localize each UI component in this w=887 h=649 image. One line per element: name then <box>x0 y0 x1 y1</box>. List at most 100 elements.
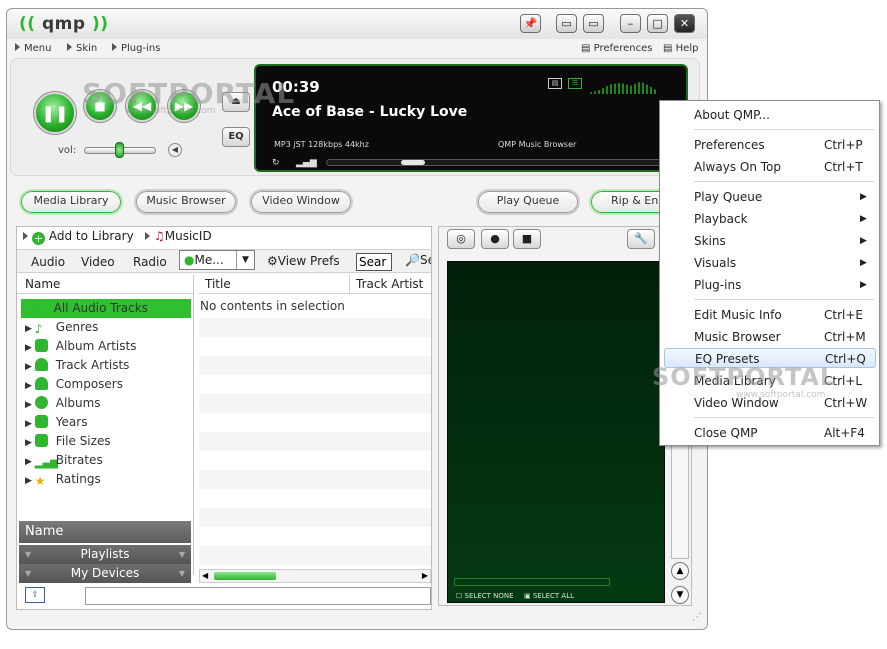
tab-video[interactable]: Video <box>81 255 115 269</box>
expand-icon[interactable]: ▶ <box>21 476 35 486</box>
horizontal-scrollbar[interactable]: ◀ ▶ <box>199 569 431 583</box>
playlists-section[interactable]: ▼ Playlists ▼ <box>19 545 191 564</box>
tree-item[interactable]: ▶ Album Artists <box>21 337 136 356</box>
my-devices-section[interactable]: ▼ My Devices ▼ <box>19 564 191 583</box>
search-input[interactable]: Sear <box>356 253 392 271</box>
tree-item[interactable]: ♪ All Audio Tracks <box>21 299 148 318</box>
seek-bar[interactable] <box>326 159 666 166</box>
scroll-down-icon[interactable]: ▼ <box>671 586 689 604</box>
compact-mode-button[interactable]: ▭ <box>583 14 604 33</box>
display-mode-icon[interactable]: ▤ <box>548 78 562 89</box>
tree-item[interactable]: ▶ Composers <box>21 375 123 394</box>
video-stop-button[interactable]: ■ <box>513 229 541 249</box>
scroll-thumb[interactable] <box>214 572 276 580</box>
row-stripe <box>199 546 431 565</box>
expand-icon[interactable]: ▶ <box>21 343 35 353</box>
scroll-up-icon[interactable]: ▲ <box>671 562 689 580</box>
list-mode-icon[interactable]: ☰ <box>568 78 582 89</box>
expand-icon[interactable]: ▶ <box>21 457 35 467</box>
repeat-icon[interactable]: ↻ <box>272 158 280 168</box>
menu-item-edit-music-info[interactable]: Edit Music Info Ctrl+E <box>664 305 876 325</box>
seek-thumb[interactable] <box>401 160 425 165</box>
scroll-left-icon[interactable]: ◀ <box>202 570 208 582</box>
resize-grip-icon[interactable]: ⋰ <box>692 612 702 623</box>
volume-thumb[interactable] <box>115 142 124 158</box>
volume-slider[interactable] <box>84 142 156 158</box>
library-tree: ♪ All Audio Tracks ▶ ♪ Genres ▶ Album Arti… <box>21 299 193 499</box>
expand-icon[interactable]: ▶ <box>21 438 35 448</box>
add-to-library-button[interactable]: + Add to Library <box>23 229 134 245</box>
tree-item[interactable]: ▶ ♪ Genres <box>21 318 98 337</box>
name-column-header[interactable]: Name <box>17 275 193 294</box>
panel-divider[interactable] <box>193 275 194 575</box>
select-none-button[interactable]: ☐ SELECT NONE <box>456 592 514 600</box>
tree-item[interactable]: ▶ Track Artists <box>21 356 129 375</box>
menu-skin[interactable]: Skin <box>67 43 97 54</box>
tree-item[interactable]: ▶ ★ Ratings <box>21 470 101 489</box>
add-to-library-label: Add to Library <box>48 229 134 243</box>
minimize-button[interactable]: – <box>620 14 641 33</box>
menu-item-plugins[interactable]: Plug-ins ▶ <box>664 275 876 295</box>
close-button[interactable]: ✕ <box>674 14 695 33</box>
select-all-button[interactable]: ▣ SELECT ALL <box>524 592 574 600</box>
spectrum-visualizer <box>590 81 658 94</box>
mini-mode-button[interactable]: ▭ <box>556 14 577 33</box>
mute-icon[interactable]: ◀ <box>168 143 182 157</box>
media-select[interactable]: ●Me... ▼ <box>179 250 255 270</box>
menu-help[interactable]: ▤ Help <box>663 43 698 54</box>
tree-item[interactable]: ▶ Albums <box>21 394 101 413</box>
expand-icon[interactable]: ▶ <box>21 381 35 391</box>
tab-audio[interactable]: Audio <box>31 255 65 269</box>
menu-item-playback[interactable]: Playback ▶ <box>664 209 876 229</box>
menu-item-close-qmp[interactable]: Close QMP Alt+F4 <box>664 423 876 443</box>
menu-item-always-on-top[interactable]: Always On Top Ctrl+T <box>664 157 876 177</box>
bottom-name-header[interactable]: Name <box>19 521 191 543</box>
music-browser-button[interactable]: Music Browser <box>134 189 238 215</box>
search-button[interactable]: 🔎Se <box>405 253 431 267</box>
title-column-header[interactable]: Title <box>199 275 349 294</box>
tab-radio[interactable]: Radio <box>133 255 167 269</box>
volume-label: vol: <box>58 145 77 156</box>
title-bar[interactable]: (( qmp )) 📌 ▭ ▭ – □ ✕ <box>7 9 707 39</box>
eq-button[interactable]: EQ <box>222 127 250 147</box>
menu-item-preferences[interactable]: Preferences Ctrl+P <box>664 135 876 155</box>
track-artist-column-header[interactable]: Track Artist <box>349 275 431 294</box>
play-queue-button[interactable]: Play Queue <box>476 189 580 215</box>
row-stripe <box>199 394 431 413</box>
chevron-down-icon: ▼ <box>25 569 32 578</box>
expand-icon[interactable]: ▶ <box>21 362 35 372</box>
cd-button[interactable]: ◎ <box>447 229 475 249</box>
tree-item[interactable]: ▶ ▂▄▆Bitrates <box>21 451 103 470</box>
pin-button[interactable]: 📌 <box>520 14 541 33</box>
expand-icon[interactable]: ▶ <box>21 400 35 410</box>
media-library-button[interactable]: Media Library <box>19 189 123 215</box>
menu-item-play-queue[interactable]: Play Queue ▶ <box>664 187 876 207</box>
pause-button[interactable]: ❚❚ <box>34 92 76 134</box>
menu-item-shortcut: Ctrl+M <box>824 330 866 344</box>
record-button[interactable]: ● <box>481 229 509 249</box>
settings-button[interactable]: 🔧 <box>627 229 655 249</box>
tree-item-label: Composers <box>55 377 123 391</box>
tree-item[interactable]: ▶ File Sizes <box>21 432 111 451</box>
scroll-right-icon[interactable]: ▶ <box>422 570 428 582</box>
expand-icon[interactable]: ▶ <box>21 419 35 429</box>
menu-bar: Menu Skin Plug-ins ▤ Preferences ▤ Help <box>7 40 707 58</box>
import-icon[interactable]: ⇪ <box>25 587 45 603</box>
video-window-button[interactable]: Video Window <box>249 189 353 215</box>
maximize-button[interactable]: □ <box>647 14 668 33</box>
menu-item-music-browser[interactable]: Music Browser Ctrl+M <box>664 327 876 347</box>
qmp-logo: (( qmp )) <box>19 14 109 34</box>
video-progress[interactable] <box>454 578 610 586</box>
menu-menu[interactable]: Menu <box>15 43 51 54</box>
menu-item-skins[interactable]: Skins ▶ <box>664 231 876 251</box>
status-input[interactable] <box>85 587 431 605</box>
menu-preferences[interactable]: ▤ Preferences <box>581 43 652 54</box>
musicid-button[interactable]: ♫MusicID <box>145 229 212 243</box>
logo-text: qmp <box>41 14 86 34</box>
tree-item[interactable]: ▶ Years <box>21 413 87 432</box>
menu-item-about[interactable]: About QMP... <box>664 105 876 125</box>
expand-icon[interactable]: ▶ <box>21 324 35 334</box>
view-prefs-button[interactable]: ⚙View Prefs <box>267 254 340 268</box>
menu-plugins[interactable]: Plug-ins <box>112 43 160 54</box>
menu-item-visuals[interactable]: Visuals ▶ <box>664 253 876 273</box>
